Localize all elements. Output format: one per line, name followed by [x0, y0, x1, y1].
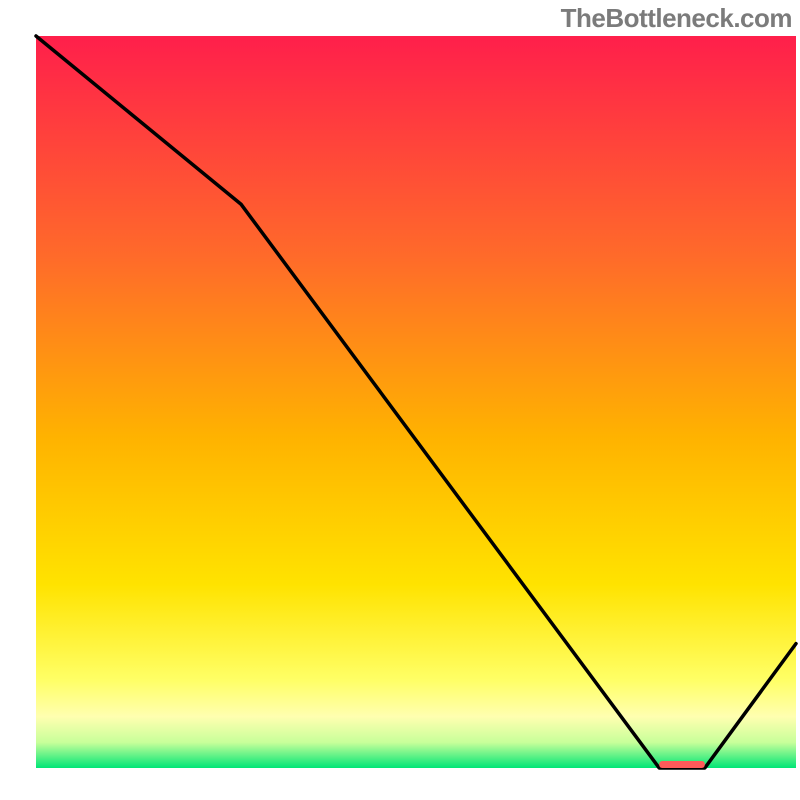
chart-svg	[0, 0, 800, 800]
gradient-background	[36, 36, 796, 768]
chart-container: TheBottleneck.com	[0, 0, 800, 800]
attribution-text: TheBottleneck.com	[561, 3, 792, 34]
optimal-region-marker	[659, 761, 705, 768]
